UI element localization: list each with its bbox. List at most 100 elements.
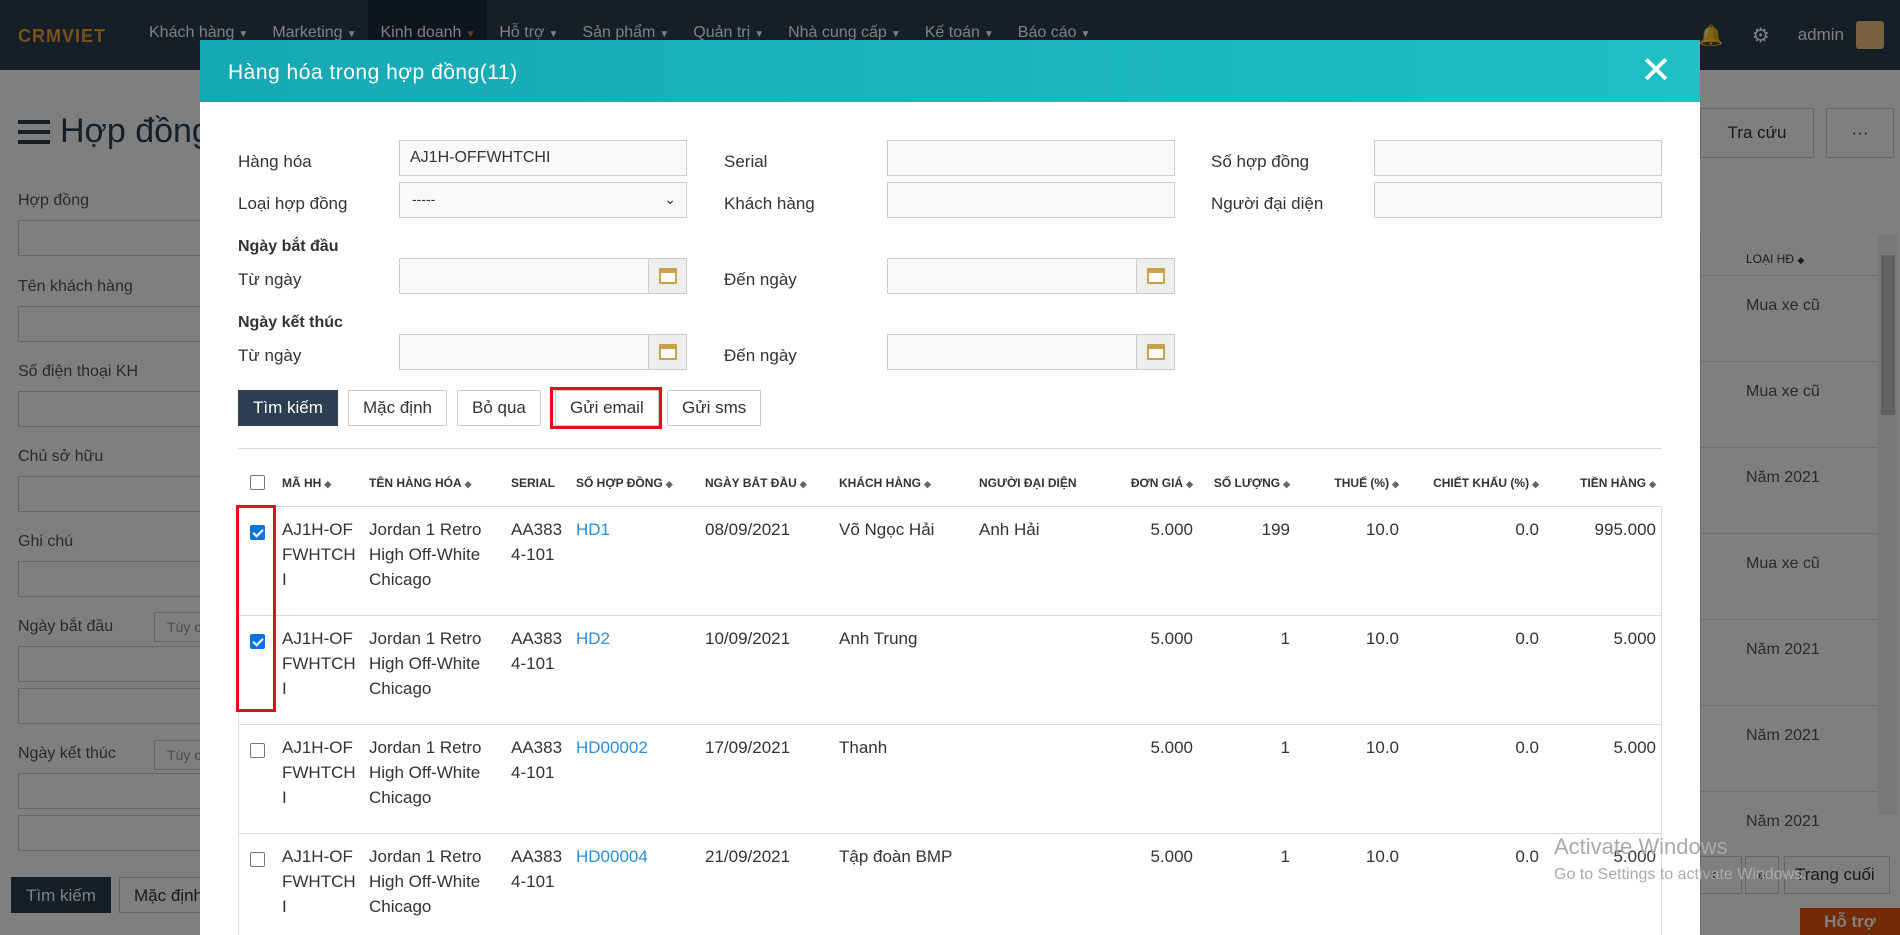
sort-icon: ◆	[464, 478, 472, 489]
start-to-date-picker[interactable]	[887, 258, 1175, 294]
cell-so-hd[interactable]: HD2	[570, 615, 699, 725]
highlight-box	[236, 505, 276, 712]
cell-dai-dien: Anh Hải	[973, 506, 1099, 616]
highlight-box	[550, 387, 662, 429]
sort-icon: ◆	[324, 478, 332, 489]
from-date-label: Từ ngày	[238, 346, 302, 365]
row-select-cell	[238, 724, 276, 834]
cell-khach: Thanh	[833, 724, 973, 834]
table-row[interactable]: AJ1H-OFFWHTCHI Jordan 1 Retro High Off-Wh…	[238, 724, 1662, 834]
representative-input[interactable]	[1374, 182, 1662, 218]
table-row[interactable]: AJ1H-OFFWHTCHI Jordan 1 Retro High Off-Wh…	[238, 506, 1662, 616]
cell-serial: AA3834-101	[505, 724, 570, 834]
sort-icon: ◆	[1186, 478, 1193, 489]
cell-so-hd[interactable]: HD1	[570, 506, 699, 616]
cell-tien: 5.000	[1545, 724, 1662, 834]
col-header-tien-hang[interactable]: TIỀN HÀNG ◆	[1545, 460, 1662, 507]
cell-ma-hh: AJ1H-OFFWHTCHI	[276, 724, 363, 834]
send-sms-button[interactable]: Gửi sms	[667, 390, 762, 426]
select-all-checkbox[interactable]	[249, 475, 265, 491]
col-header-so-luong[interactable]: SỐ LƯỢNG ◆	[1199, 460, 1296, 507]
skip-button[interactable]: Bỏ qua	[457, 390, 541, 426]
customer-label: Khách hàng	[724, 194, 815, 213]
col-header-ten-hang-hoa[interactable]: TÊN HÀNG HÓA ◆	[363, 460, 505, 507]
cell-ten: Jordan 1 Retro High Off-White Chicago	[363, 724, 505, 834]
representative-label: Người đại diện	[1211, 194, 1324, 213]
col-header-ma-hh[interactable]: MÃ HH ◆	[276, 460, 363, 507]
col-header-don-gia[interactable]: ĐƠN GIÁ ◆	[1099, 460, 1199, 507]
watermark-subtitle: Go to Settings to activate Windows.	[1554, 866, 1807, 883]
cell-serial: AA3834-101	[505, 615, 570, 725]
table-header-row: MÃ HH ◆ TÊN HÀNG HÓA ◆ SERIAL SỐ HỢP ĐỒNG ◆…	[238, 460, 1662, 507]
select-all-header	[238, 460, 276, 507]
cell-dai-dien	[973, 833, 1099, 935]
cell-chiet-khau: 0.0	[1405, 506, 1545, 616]
product-label: Hàng hóa	[238, 152, 312, 171]
contract-type-value: -----	[412, 191, 436, 207]
cell-so-hd[interactable]: HD00004	[570, 833, 699, 935]
cell-tien: 995.000	[1545, 506, 1662, 616]
table-row[interactable]: AJ1H-OFFWHTCHI Jordan 1 Retro High Off-Wh…	[238, 615, 1662, 725]
cell-ten: Jordan 1 Retro High Off-White Chicago	[363, 615, 505, 725]
serial-input[interactable]	[887, 140, 1175, 176]
calendar-icon[interactable]	[648, 335, 686, 369]
cell-so-hd[interactable]: HD00002	[570, 724, 699, 834]
end-to-date-picker[interactable]	[887, 334, 1175, 370]
cell-thue: 10.0	[1296, 724, 1405, 834]
cell-don-gia: 5.000	[1099, 506, 1199, 616]
col-header-chiet-khau[interactable]: CHIẾT KHẤU (%) ◆	[1405, 460, 1545, 507]
cell-khach: Tập đoàn BMP	[833, 833, 973, 935]
row-checkbox[interactable]	[249, 742, 265, 758]
to-date-label: Đến ngày	[724, 346, 797, 365]
calendar-icon[interactable]	[1136, 335, 1174, 369]
calendar-icon[interactable]	[1136, 259, 1174, 293]
cell-don-gia: 5.000	[1099, 833, 1199, 935]
col-header-thue[interactable]: THUẾ (%) ◆	[1296, 460, 1405, 507]
modal-header: Hàng hóa trong hợp đồng(11) ✕	[200, 40, 1700, 102]
cell-ma-hh: AJ1H-OFFWHTCHI	[276, 833, 363, 935]
contract-no-input[interactable]	[1374, 140, 1662, 176]
table-body: AJ1H-OFFWHTCHI Jordan 1 Retro High Off-Wh…	[238, 506, 1662, 935]
cell-ngay: 08/09/2021	[699, 506, 833, 616]
row-checkbox[interactable]	[249, 851, 265, 867]
contract-type-select[interactable]: ----- ⌄	[399, 182, 687, 218]
cell-ten: Jordan 1 Retro High Off-White Chicago	[363, 833, 505, 935]
from-date-label: Từ ngày	[238, 270, 302, 289]
product-input[interactable]: AJ1H-OFFWHTCHI	[399, 140, 687, 176]
col-header-khach-hang[interactable]: KHÁCH HÀNG ◆	[833, 460, 973, 507]
col-header-so-hop-dong[interactable]: SỐ HỢP ĐỒNG ◆	[570, 460, 699, 507]
default-button[interactable]: Mặc định	[348, 390, 447, 426]
products-in-contract-modal: Hàng hóa trong hợp đồng(11) ✕ Hàng hóa A…	[200, 40, 1700, 935]
sort-icon: ◆	[799, 478, 807, 489]
cell-don-gia: 5.000	[1099, 615, 1199, 725]
sort-icon: ◆	[1392, 478, 1399, 489]
cell-ngay: 10/09/2021	[699, 615, 833, 725]
start-from-date-picker[interactable]	[399, 258, 687, 294]
cell-chiet-khau: 0.0	[1405, 615, 1545, 725]
cell-dai-dien	[973, 724, 1099, 834]
search-button[interactable]: Tìm kiếm	[238, 390, 338, 426]
modal-title: Hàng hóa trong hợp đồng(11)	[228, 61, 518, 84]
cell-dai-dien	[973, 615, 1099, 725]
watermark-title: Activate Windows	[1554, 834, 1728, 859]
end-from-date-picker[interactable]	[399, 334, 687, 370]
cell-thue: 10.0	[1296, 506, 1405, 616]
col-header-ngay-bat-dau[interactable]: NGÀY BẮT ĐẦU ◆	[699, 460, 833, 507]
cell-so-luong: 1	[1199, 615, 1296, 725]
chevron-down-icon: ⌄	[664, 191, 676, 207]
cell-so-luong: 1	[1199, 724, 1296, 834]
customer-input[interactable]	[887, 182, 1175, 218]
sort-icon: ◆	[1283, 478, 1290, 489]
sort-icon: ◆	[1532, 478, 1539, 489]
table-row[interactable]: AJ1H-OFFWHTCHI Jordan 1 Retro High Off-Wh…	[238, 833, 1662, 935]
contract-type-label: Loại hợp đồng	[238, 194, 348, 213]
cell-ngay: 17/09/2021	[699, 724, 833, 834]
row-select-cell	[238, 833, 276, 935]
close-icon[interactable]: ✕	[1640, 52, 1672, 90]
calendar-icon[interactable]	[648, 259, 686, 293]
cell-ngay: 21/09/2021	[699, 833, 833, 935]
products-table: MÃ HH ◆ TÊN HÀNG HÓA ◆ SERIAL SỐ HỢP ĐỒNG ◆…	[238, 460, 1662, 935]
divider	[238, 448, 1662, 449]
cell-tien: 5.000	[1545, 615, 1662, 725]
col-header-serial: SERIAL	[505, 460, 570, 507]
